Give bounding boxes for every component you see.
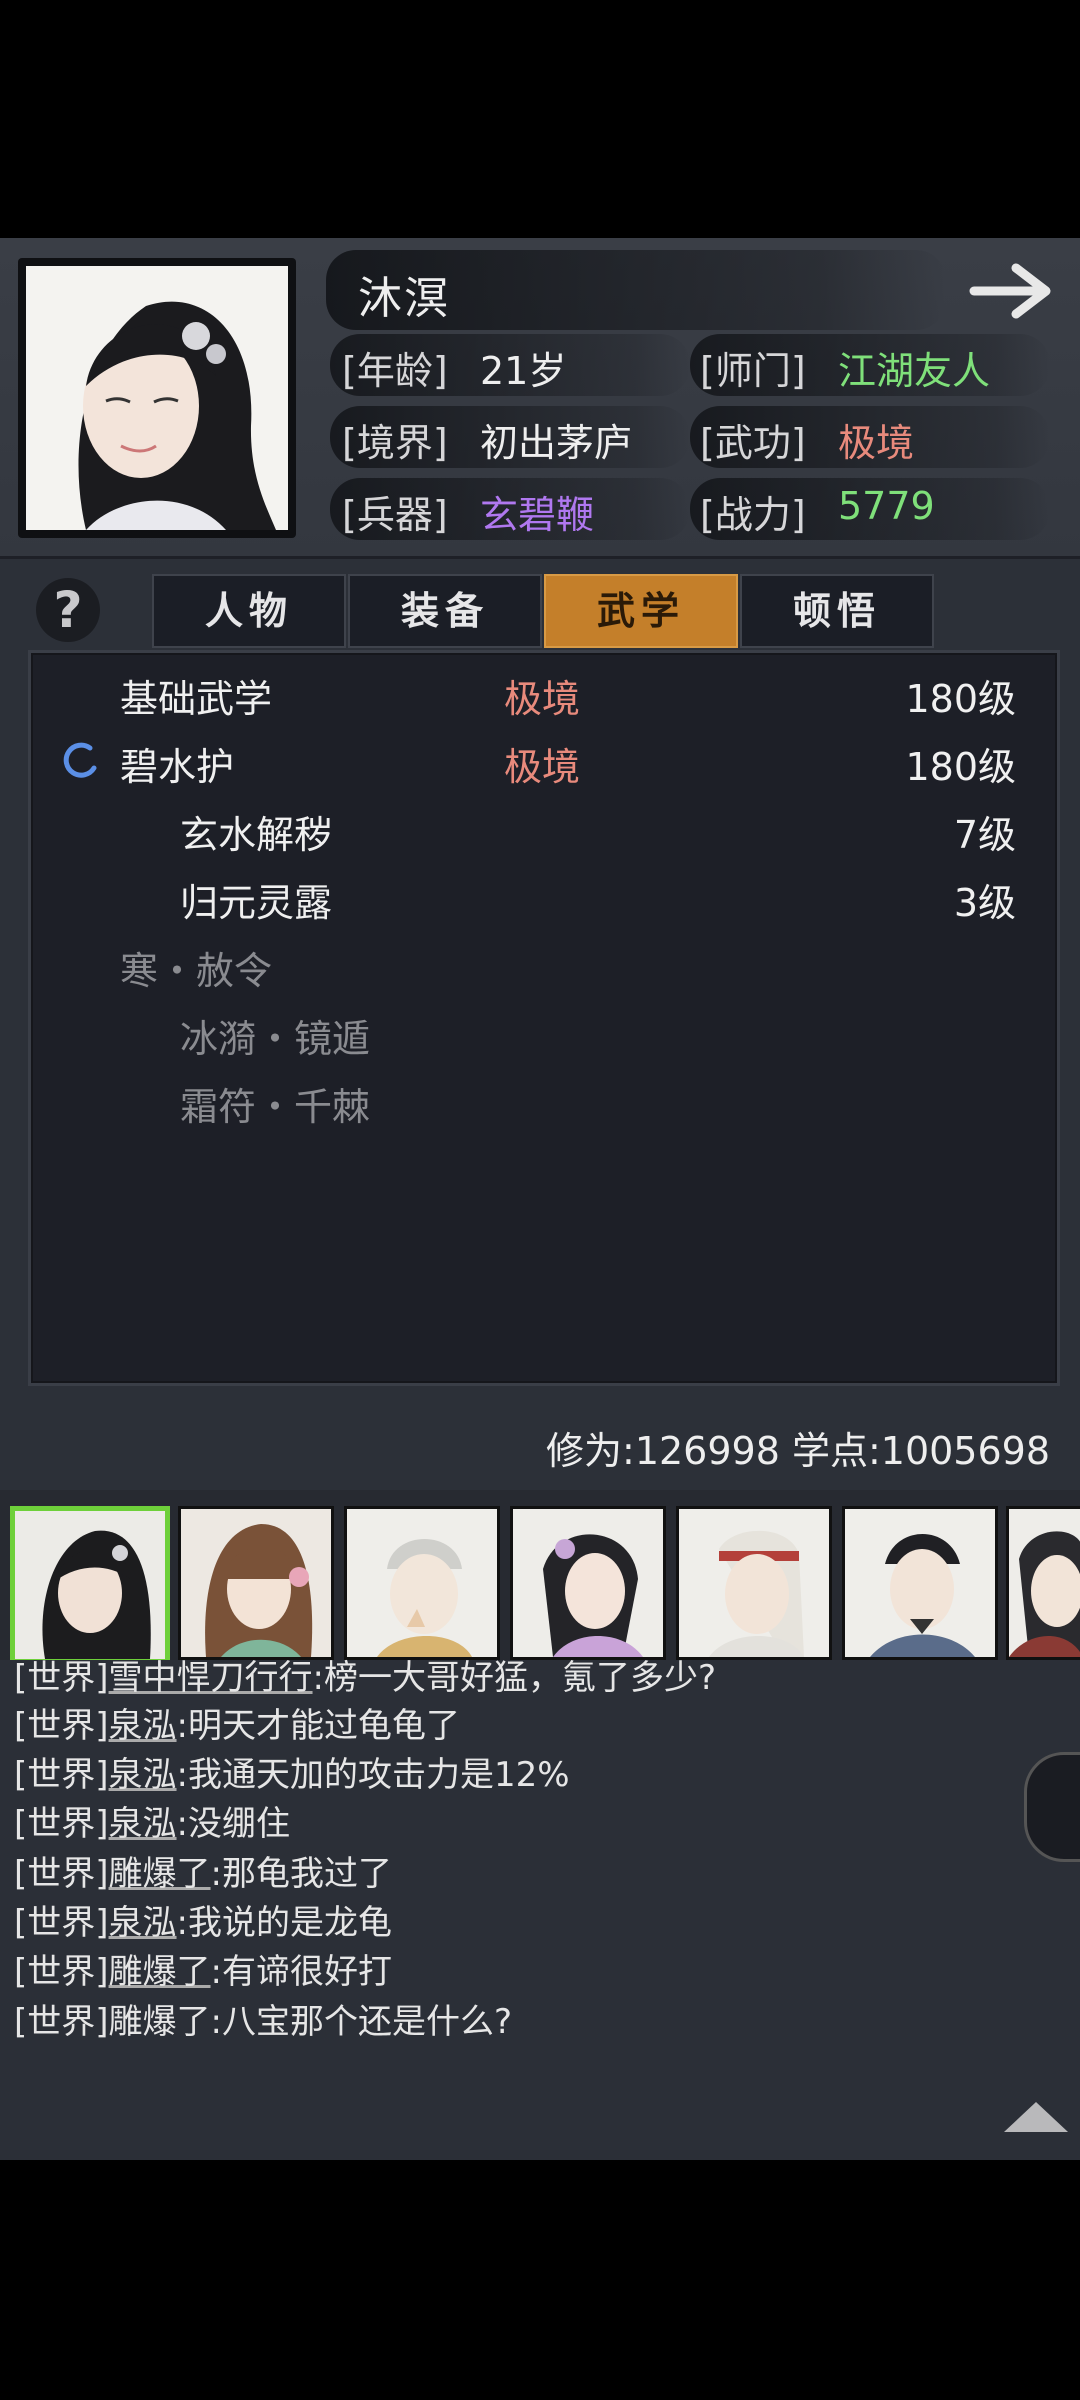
chat-channel: [世界]: [14, 1755, 109, 1795]
chat-message: [世界]泉泓:我通天加的攻击力是12%: [14, 1747, 570, 1796]
chat-text: :榜一大哥好猛，氪了多少?: [312, 1658, 717, 1698]
tab-character[interactable]: 人物: [152, 574, 346, 648]
sect-label: [师门]: [700, 349, 806, 393]
loading-icon: [60, 740, 100, 789]
realm-value: 初出茅庐: [480, 421, 633, 465]
character-name: 沐溟: [358, 273, 450, 324]
skill-name: 霜符・千棘: [180, 1085, 371, 1129]
chat-text: :我说的是龙龟: [176, 1903, 392, 1943]
skill-name: 冰漪・镜遁: [180, 1017, 371, 1061]
skill-row[interactable]: 霜符・千棘: [180, 1076, 1016, 1129]
chat-channel: [世界]: [14, 1903, 109, 1943]
skill-row[interactable]: 玄水解秽 7级: [180, 804, 1016, 857]
martial-value: 极境: [838, 421, 915, 465]
chat-channel: [世界]: [14, 1952, 109, 1992]
chat-user[interactable]: 泉泓: [109, 1706, 177, 1746]
skill-name: 归元灵露: [180, 881, 333, 925]
tab-equipment[interactable]: 装备: [348, 574, 542, 648]
help-icon[interactable]: ?: [36, 578, 100, 642]
skill-name: 寒・赦令: [120, 949, 273, 993]
skill-name: 基础武学: [120, 677, 273, 721]
companion-avatar[interactable]: [344, 1506, 500, 1660]
chat-text: :八宝那个还是什么?: [210, 2002, 513, 2042]
skill-row[interactable]: 基础武学 极境 180级: [120, 668, 1016, 721]
age-stat: [年龄] 21岁: [342, 340, 682, 402]
skill-row[interactable]: 寒・赦令: [120, 940, 1016, 993]
character-portrait: [26, 266, 288, 530]
weapon-value[interactable]: 玄碧鞭: [480, 484, 594, 539]
martial-stat: [武功] 极境: [700, 412, 1060, 474]
companion-avatar[interactable]: [10, 1506, 170, 1664]
chat-user[interactable]: 雕爆了: [109, 1952, 211, 1992]
weapon-label: [兵器]: [342, 493, 448, 537]
weapon-stat: [兵器] 玄碧鞭: [342, 484, 682, 546]
skill-name: 玄水解秽: [180, 813, 333, 857]
chat-message: [世界]雕爆了:八宝那个还是什么?: [14, 1994, 512, 2043]
chat-channel: [世界]: [14, 1706, 109, 1746]
companion-avatar[interactable]: [178, 1506, 334, 1660]
chat-text: :有谛很好打: [210, 1952, 392, 1992]
chat-message: [世界]泉泓:我说的是龙龟: [14, 1895, 392, 1944]
chat-text: :没绷住: [176, 1804, 290, 1844]
chat-user[interactable]: 泉泓: [109, 1903, 177, 1943]
cultivation-points: 修为:126998 学点:1005698: [546, 1429, 1050, 1473]
chat-message: [世界]雕爆了:那龟我过了: [14, 1846, 392, 1895]
tab-martial-arts[interactable]: 武学: [544, 574, 738, 648]
chat-channel: [世界]: [14, 1658, 109, 1698]
realm-stat: [境界] 初出茅庐: [342, 412, 682, 474]
skill-level: 180级: [905, 745, 1016, 789]
age-label: [年龄]: [342, 349, 448, 393]
chat-message: [世界]泉泓:明天才能过龟龟了: [14, 1698, 460, 1747]
chat-user[interactable]: 泉泓: [109, 1755, 177, 1795]
realm-label: [境界]: [342, 421, 448, 465]
chat-message: [世界]泉泓:没绷住: [14, 1796, 290, 1845]
age-value: 21岁: [480, 349, 567, 393]
expand-chat-up-icon[interactable]: [1004, 2102, 1068, 2132]
martial-label: [武功]: [700, 421, 806, 465]
skill-row[interactable]: 碧水护 极境 180级: [60, 736, 1016, 789]
chat-channel: [世界]: [14, 1854, 109, 1894]
tab-enlightenment[interactable]: 顿悟: [740, 574, 934, 648]
next-arrow-icon[interactable]: [968, 258, 1060, 324]
skill-name: 碧水护: [120, 745, 235, 789]
power-value: 5779: [838, 484, 935, 528]
sect-value: 江湖友人: [838, 349, 991, 393]
companion-avatar[interactable]: [842, 1506, 998, 1660]
skill-row[interactable]: 归元灵露 3级: [180, 872, 1016, 925]
companion-avatar[interactable]: [1006, 1506, 1080, 1660]
chat-text: :明天才能过龟龟了: [176, 1706, 460, 1746]
chat-text: :我通天加的攻击力是12%: [176, 1755, 570, 1795]
power-stat: [战力] 5779: [700, 484, 1060, 546]
chat-user[interactable]: 雕爆了: [109, 1854, 211, 1894]
companion-avatar[interactable]: [510, 1506, 666, 1660]
chat-user[interactable]: 泉泓: [109, 1804, 177, 1844]
side-float-button[interactable]: [1024, 1752, 1080, 1862]
chat-channel: [世界]: [14, 1804, 109, 1844]
skill-rank: 极境: [504, 677, 581, 721]
power-label: [战力]: [700, 493, 806, 537]
skill-level: 180级: [905, 677, 1016, 721]
chat-message: [世界]雪中悍刀行行:榜一大哥好猛，氪了多少?: [14, 1650, 716, 1699]
skill-row[interactable]: 冰漪・镜遁: [180, 1008, 1016, 1061]
chat-user[interactable]: 雪中悍刀行行: [109, 1658, 313, 1698]
companion-avatar[interactable]: [676, 1506, 832, 1660]
skill-level: 7级: [953, 813, 1016, 857]
sect-stat: [师门] 江湖友人: [700, 340, 1060, 402]
chat-channel: [世界]: [14, 2002, 109, 2042]
chat-text: :那龟我过了: [210, 1854, 392, 1894]
chat-user[interactable]: 雕爆了: [109, 2002, 211, 2042]
skill-rank: 极境: [504, 745, 581, 789]
skill-level: 3级: [953, 881, 1016, 925]
chat-message: [世界]雕爆了:有谛很好打: [14, 1944, 392, 1993]
